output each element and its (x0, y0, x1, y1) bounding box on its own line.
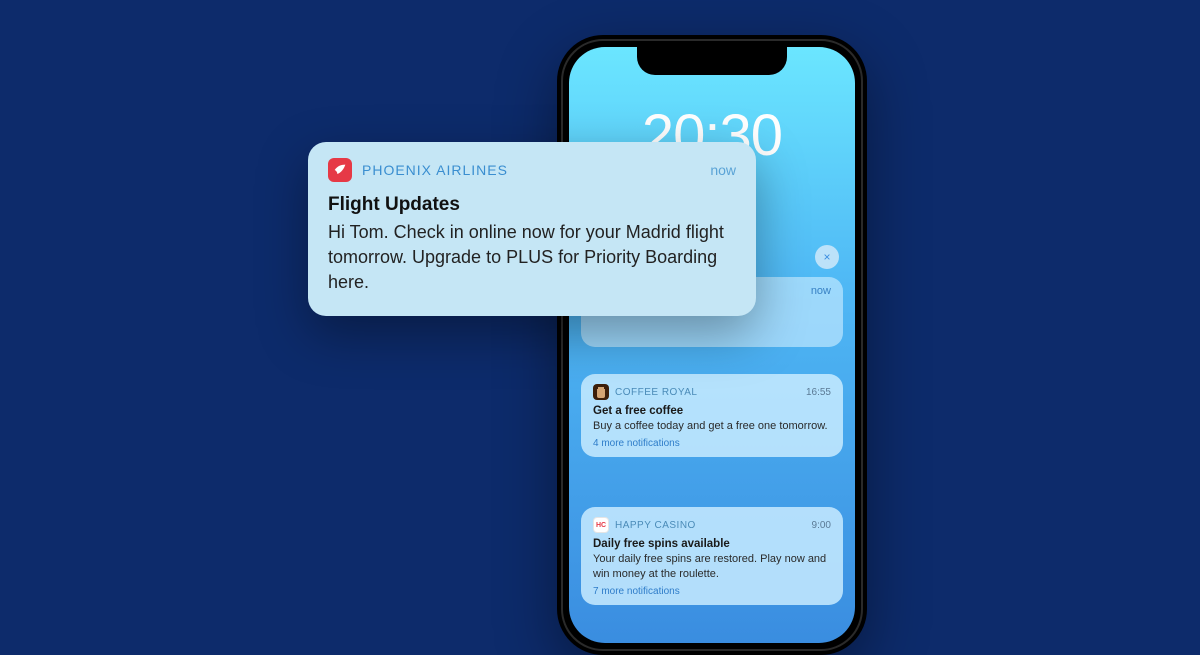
notification-title: Daily free spins available (593, 538, 831, 550)
airline-app-icon (328, 158, 352, 182)
notification-card-casino[interactable]: HC HAPPY CASINO 9:00 Daily free spins av… (581, 507, 843, 605)
close-icon: × (823, 250, 830, 264)
popup-body: Hi Tom. Check in online now for your Mad… (328, 220, 736, 296)
popup-app-name: PHOENIX AIRLINES (362, 162, 700, 178)
phone-frame: 20:30 × now COFFEE ROYAL 16:55 Get a fre… (557, 35, 867, 655)
notification-app-name: COFFEE ROYAL (615, 387, 800, 398)
notification-body: Your daily free spins are restored. Play… (593, 552, 831, 582)
dismiss-button[interactable]: × (815, 245, 839, 269)
notification-header: HC HAPPY CASINO 9:00 (593, 517, 831, 533)
popup-title: Flight Updates (328, 194, 736, 216)
casino-app-icon: HC (593, 517, 609, 533)
notification-time: now (811, 285, 831, 297)
notification-body: Buy a coffee today and get a free one to… (593, 419, 831, 434)
more-notifications-link[interactable]: 4 more notifications (593, 438, 831, 449)
notification-title: Get a free coffee (593, 405, 831, 417)
popup-header: PHOENIX AIRLINES now (328, 158, 736, 182)
more-notifications-link[interactable]: 7 more notifications (593, 586, 831, 597)
phone-notch (637, 47, 787, 75)
notification-time: 16:55 (806, 387, 831, 398)
coffee-app-icon (593, 384, 609, 400)
popup-time: now (710, 162, 736, 178)
notification-popup-expanded[interactable]: PHOENIX AIRLINES now Flight Updates Hi T… (308, 142, 756, 316)
notification-header: COFFEE ROYAL 16:55 (593, 384, 831, 400)
phone-screen: 20:30 × now COFFEE ROYAL 16:55 Get a fre… (569, 47, 855, 643)
notification-card-coffee[interactable]: COFFEE ROYAL 16:55 Get a free coffee Buy… (581, 374, 843, 457)
notification-time: 9:00 (812, 520, 831, 531)
notification-app-name: HAPPY CASINO (615, 520, 806, 531)
